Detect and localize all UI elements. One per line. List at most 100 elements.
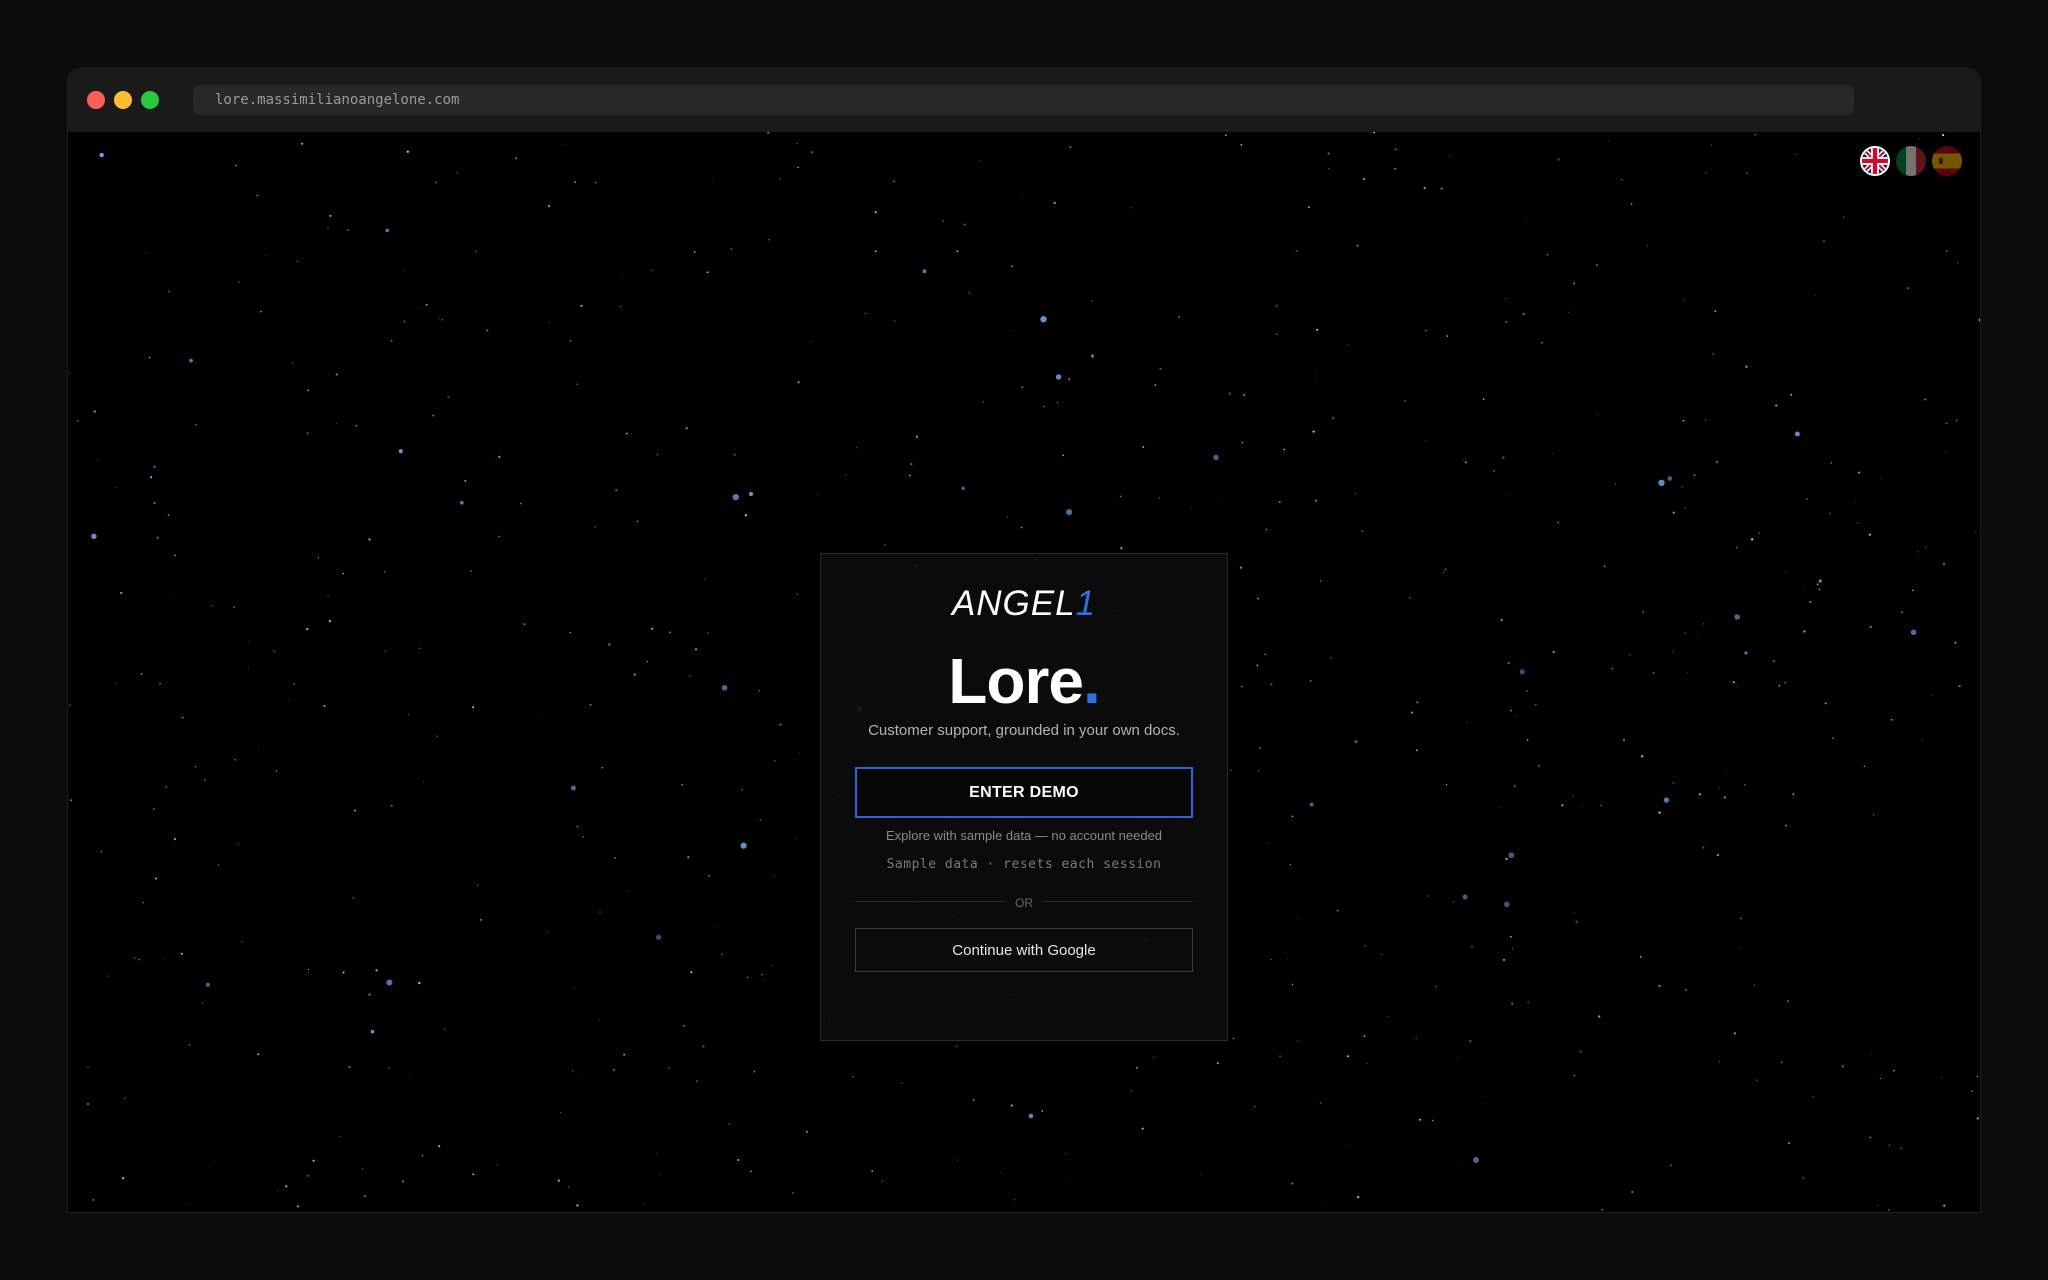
- star: [347, 229, 350, 232]
- star: [1956, 262, 1959, 264]
- star: [142, 902, 144, 904]
- star: [744, 514, 748, 517]
- star: [1515, 716, 1517, 718]
- star: [956, 250, 959, 253]
- star: [570, 785, 576, 791]
- star: [1671, 650, 1673, 652]
- star: [1328, 167, 1330, 169]
- star: [956, 1159, 959, 1161]
- star: [1416, 701, 1419, 704]
- star: [1841, 1065, 1844, 1068]
- star: [623, 1053, 626, 1056]
- minimize-window-button[interactable]: [114, 91, 132, 109]
- star: [265, 255, 267, 257]
- star: [1815, 294, 1817, 296]
- star: [1336, 909, 1339, 912]
- star: [915, 435, 919, 438]
- star: [403, 320, 406, 323]
- star: [1041, 1110, 1044, 1112]
- star: [292, 362, 294, 364]
- star: [1062, 454, 1065, 457]
- language-it-button[interactable]: [1896, 146, 1926, 176]
- star: [1069, 145, 1072, 149]
- star: [1942, 134, 1945, 137]
- star: [1629, 654, 1631, 656]
- star: [901, 1082, 903, 1084]
- star: [1431, 1119, 1434, 1122]
- star: [1283, 448, 1286, 451]
- star: [1130, 1090, 1132, 1092]
- star: [1872, 814, 1875, 816]
- star: [443, 1028, 446, 1031]
- star: [1511, 947, 1514, 950]
- language-es-button[interactable]: [1932, 146, 1962, 176]
- star: [1919, 138, 1920, 140]
- star: [1159, 367, 1162, 370]
- star: [797, 166, 799, 169]
- star: [435, 181, 438, 184]
- star: [1472, 1156, 1480, 1164]
- star: [1573, 282, 1576, 285]
- star: [708, 874, 710, 877]
- star: [167, 290, 170, 293]
- star: [1573, 1074, 1576, 1077]
- star: [1780, 1061, 1783, 1064]
- star: [100, 850, 103, 853]
- product-tagline: Customer support, grounded in your own d…: [868, 722, 1180, 739]
- star: [1818, 588, 1821, 591]
- star: [368, 538, 371, 541]
- star: [1443, 571, 1445, 573]
- star: [1623, 739, 1625, 742]
- star: [456, 171, 458, 174]
- star: [968, 292, 971, 294]
- language-en-button[interactable]: [1860, 146, 1890, 176]
- star: [1879, 1077, 1881, 1080]
- close-window-button[interactable]: [87, 91, 105, 109]
- star: [714, 927, 716, 929]
- star: [1423, 187, 1426, 190]
- star: [1900, 1147, 1902, 1150]
- continue-with-google-button[interactable]: Continue with Google: [855, 928, 1193, 972]
- star: [1135, 1066, 1138, 1069]
- star: [1239, 566, 1243, 569]
- star: [1778, 684, 1781, 687]
- star: [1241, 441, 1244, 444]
- star: [348, 1065, 351, 1069]
- star: [1888, 1209, 1890, 1211]
- star: [712, 180, 713, 182]
- star: [1366, 1063, 1368, 1065]
- star: [651, 627, 654, 630]
- star: [398, 449, 403, 454]
- star: [1802, 1177, 1804, 1179]
- star: [1444, 568, 1447, 571]
- star: [375, 969, 378, 972]
- star: [498, 535, 500, 538]
- star: [909, 474, 911, 477]
- star: [1327, 152, 1330, 155]
- star: [172, 597, 174, 599]
- star: [93, 410, 96, 413]
- address-bar[interactable]: lore.massimilianoangelone.com: [193, 85, 1854, 115]
- star: [1363, 1035, 1366, 1037]
- star: [301, 142, 304, 145]
- star: [633, 673, 636, 676]
- star: [569, 631, 572, 634]
- star: [1541, 341, 1543, 344]
- star: [1869, 1136, 1872, 1139]
- star: [1493, 470, 1495, 472]
- enter-demo-button[interactable]: ENTER DEMO: [855, 767, 1193, 818]
- star: [1868, 533, 1872, 536]
- star: [1330, 657, 1332, 659]
- star: [1945, 422, 1948, 425]
- star: [276, 1190, 279, 1192]
- star: [1945, 451, 1947, 453]
- star: [1370, 132, 1371, 134]
- star: [1053, 201, 1056, 205]
- star: [1702, 623, 1705, 625]
- star: [122, 1177, 125, 1180]
- maximize-window-button[interactable]: [141, 91, 159, 109]
- star: [1975, 531, 1977, 534]
- star: [247, 668, 250, 670]
- star: [1955, 419, 1958, 422]
- star: [1510, 709, 1512, 712]
